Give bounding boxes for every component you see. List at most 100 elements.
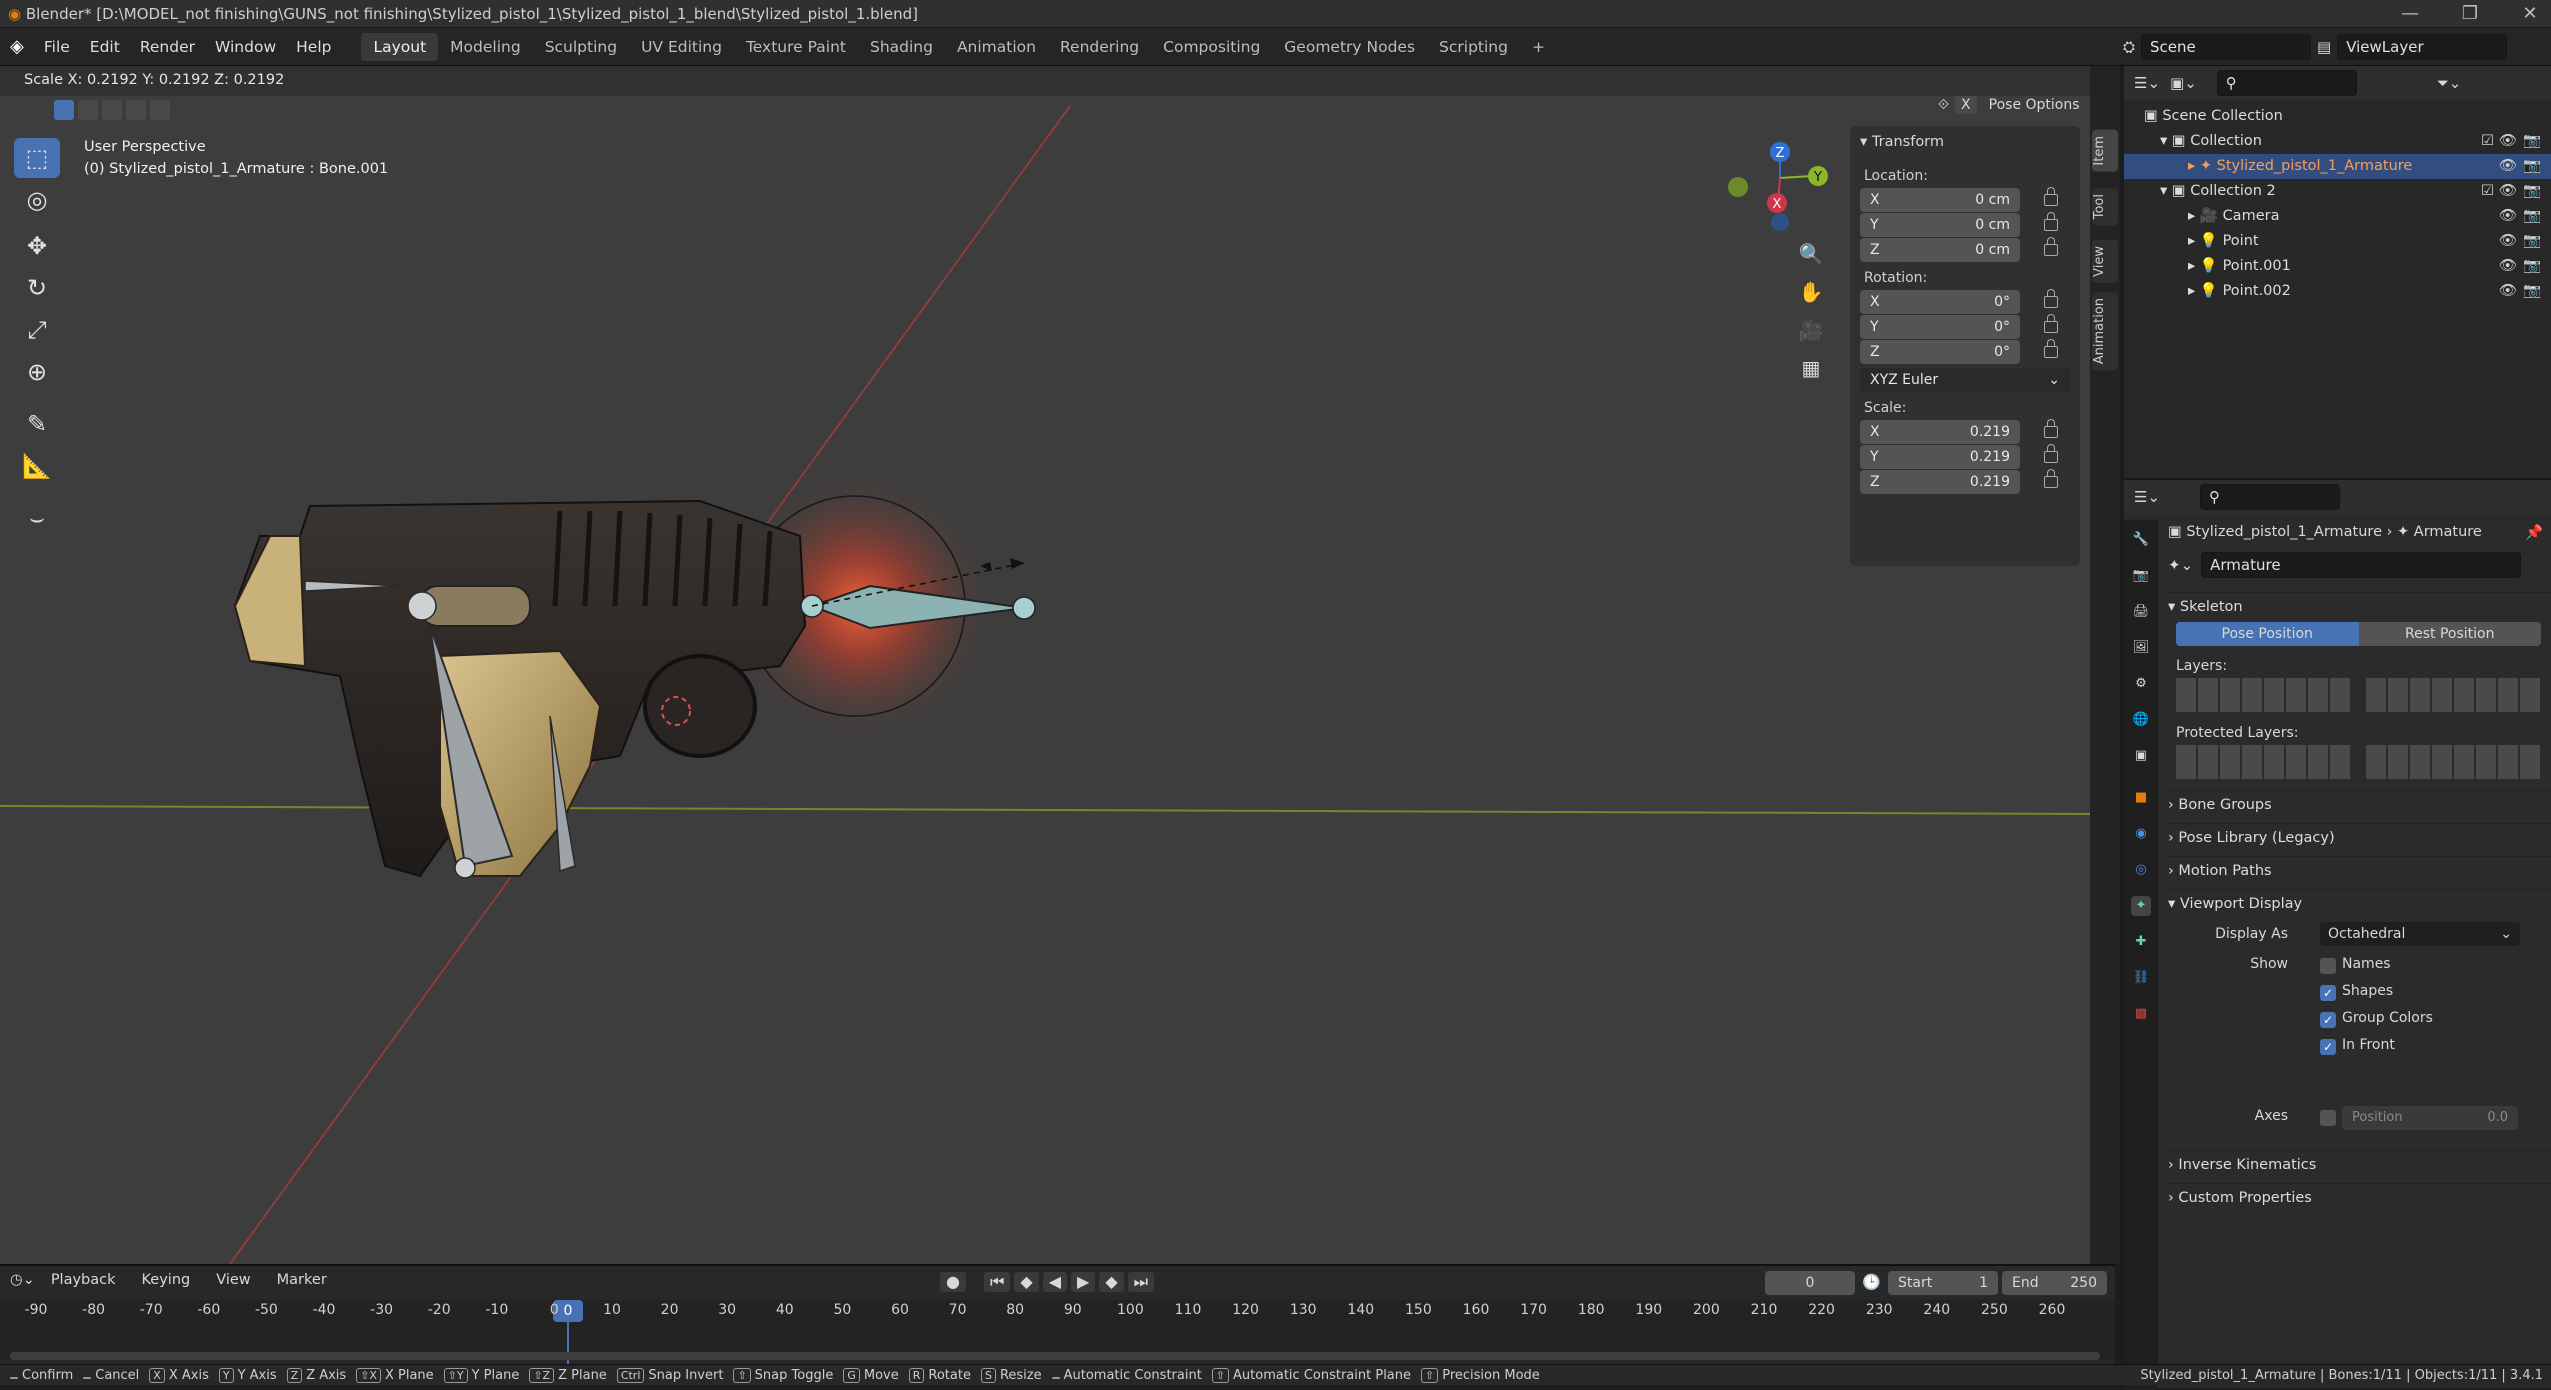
lock-icon[interactable] [2044, 237, 2058, 256]
outliner-row[interactable]: ▸ 🎥 Camera 👁 📷 [2124, 204, 2551, 229]
axes-position-field[interactable]: Position 0.0 [2342, 1106, 2518, 1130]
close-button[interactable]: ✕ [2500, 0, 2551, 28]
rotation-mode-dropdown[interactable]: XYZ Euler ⌄ [1860, 368, 2070, 392]
shapes-checkbox[interactable]: ✓ [2320, 985, 2336, 1001]
pan-hand-icon[interactable]: ✋ [1796, 280, 1826, 310]
rotate-tool[interactable]: ↻ [14, 268, 60, 308]
world-tab-icon[interactable]: 🌐 [2131, 710, 2151, 730]
skeleton-section[interactable]: ▾ Skeleton [2168, 592, 2551, 620]
menu-file[interactable]: File [34, 38, 80, 56]
custom-properties-section[interactable]: › Custom Properties [2168, 1183, 2551, 1211]
tab-texture-paint[interactable]: Texture Paint [734, 33, 858, 61]
zoom-icon[interactable]: 🔍 [1796, 242, 1826, 272]
group-colors-checkbox[interactable]: ✓ [2320, 1012, 2336, 1028]
transform-header[interactable]: ▾ Transform [1860, 134, 1944, 150]
outliner-search-input[interactable]: ⚲ [2216, 70, 2357, 96]
editor-type-icon[interactable]: ☰⌄ [2134, 74, 2160, 92]
rest-position-button[interactable]: Rest Position [2358, 622, 2541, 646]
tab-layout[interactable]: Layout [361, 32, 439, 61]
3d-viewport[interactable]: Scale X: 0.2192 Y: 0.2192 Z: 0.2192 ⟐ X … [0, 66, 2090, 1264]
jump-end-button[interactable]: ⏭ [1127, 1272, 1155, 1292]
tab-animation-side[interactable]: Animation [2092, 292, 2118, 371]
display-as-dropdown[interactable]: Octahedral ⌄ [2320, 922, 2520, 946]
lock-icon[interactable] [2044, 469, 2058, 488]
tab-shading[interactable]: Shading [858, 33, 945, 61]
scene-icon[interactable]: ⛭ [2123, 38, 2135, 56]
protected-layers-grid[interactable] [2176, 745, 2351, 779]
collection-tab-icon[interactable]: ▣ [2131, 746, 2151, 766]
view-menu[interactable]: View [206, 1272, 260, 1288]
clock-icon[interactable]: 🕒 [1862, 1273, 1881, 1291]
axes-checkbox[interactable] [2320, 1110, 2336, 1126]
protected-layers-grid-2[interactable] [2366, 745, 2541, 779]
next-keyframe-button[interactable]: ◆ [1099, 1272, 1124, 1292]
tab-compositing[interactable]: Compositing [1151, 33, 1272, 61]
lock-icon[interactable] [2044, 212, 2058, 231]
current-frame-field[interactable]: 0 [1765, 1271, 1855, 1295]
properties-search-input[interactable]: ⚲ [2200, 484, 2341, 510]
location-y-field[interactable]: Y0 cm [1860, 213, 2020, 237]
tab-sculpting[interactable]: Sculpting [533, 33, 629, 61]
tab-view[interactable]: View [2092, 240, 2118, 283]
lock-icon[interactable] [2044, 419, 2058, 438]
tab-rendering[interactable]: Rendering [1048, 33, 1151, 61]
jump-start-button[interactable]: ⏮ [983, 1272, 1011, 1292]
start-frame-field[interactable]: Start 1 [1888, 1271, 1998, 1295]
tab-geometry-nodes[interactable]: Geometry Nodes [1272, 33, 1427, 61]
cursor-tool[interactable]: ◎ [14, 180, 60, 220]
viewlayer-icon[interactable]: ▤ [2317, 38, 2331, 56]
rotation-y-field[interactable]: Y 0° [1860, 315, 2020, 339]
tab-uv-editing[interactable]: UV Editing [629, 33, 734, 61]
end-frame-field[interactable]: End 250 [2002, 1271, 2107, 1295]
object-tab-icon[interactable]: ■ [2131, 788, 2151, 808]
menu-edit[interactable]: Edit [80, 38, 130, 56]
pose-library-section[interactable]: › Pose Library (Legacy) [2168, 823, 2551, 851]
tab-modeling[interactable]: Modeling [438, 33, 533, 61]
armature-data-icon[interactable]: ✦⌄ [2168, 556, 2193, 574]
camera-view-icon[interactable]: 🎥 [1796, 318, 1826, 348]
rotation-z-field[interactable]: Z 0° [1860, 340, 2020, 364]
minimize-button[interactable]: — [2380, 0, 2440, 28]
select-box-tool[interactable]: ⬚ [14, 138, 60, 178]
viewlayer-selector[interactable]: ViewLayer [2337, 33, 2508, 60]
layers-grid[interactable] [2176, 678, 2351, 712]
bone-constraint-tab-icon[interactable]: ⛓ [2131, 968, 2151, 988]
bone-groups-section[interactable]: › Bone Groups [2168, 790, 2551, 818]
view-layer-tab-icon[interactable]: 🖼 [2131, 638, 2151, 658]
scene-tab-icon[interactable]: ⚙ [2131, 674, 2151, 694]
tab-scripting[interactable]: Scripting [1427, 33, 1520, 61]
tab-animation[interactable]: Animation [945, 33, 1048, 61]
tab-item[interactable]: Item [2092, 130, 2118, 172]
modifier-tab-icon[interactable]: ◉ [2131, 824, 2151, 844]
texture-tab-icon[interactable]: ▩ [2131, 1004, 2151, 1024]
viewport-display-section[interactable]: ▾ Viewport Display [2168, 889, 2551, 917]
scale-y-field[interactable]: Y 0.219 [1860, 445, 2020, 469]
scale-x-field[interactable]: X 0.219 [1860, 420, 2020, 444]
lock-icon[interactable] [2044, 444, 2058, 463]
scene-selector[interactable]: Scene [2141, 33, 2312, 60]
tool-tab-icon[interactable]: 🔧 [2131, 530, 2151, 550]
layers-grid-2[interactable] [2366, 678, 2541, 712]
menu-window[interactable]: Window [205, 38, 286, 56]
location-z-field[interactable]: Z0 cm [1860, 238, 2020, 262]
outliner-row[interactable]: ▾ ▣ Collection ☑ 👁 📷 [2124, 129, 2551, 154]
tab-tool[interactable]: Tool [2092, 188, 2118, 226]
in-front-checkbox[interactable]: ✓ [2320, 1039, 2336, 1055]
scale-z-field[interactable]: Z 0.219 [1860, 470, 2020, 494]
names-checkbox[interactable] [2320, 958, 2336, 974]
render-tab-icon[interactable]: 📷 [2131, 566, 2151, 586]
motion-paths-section[interactable]: › Motion Paths [2168, 856, 2551, 884]
lock-icon[interactable] [2044, 314, 2058, 333]
marker-menu[interactable]: Marker [267, 1272, 337, 1288]
physics-tab-icon[interactable]: ◎ [2131, 860, 2151, 880]
record-button[interactable]: ● [940, 1272, 966, 1292]
prev-keyframe-button[interactable]: ◆ [1014, 1272, 1039, 1292]
annotate-tool[interactable]: ✎ [14, 404, 60, 444]
lock-icon[interactable] [2044, 289, 2058, 308]
rotation-x-field[interactable]: X 0° [1860, 290, 2020, 314]
menu-render[interactable]: Render [130, 38, 205, 56]
ortho-grid-icon[interactable]: ▦ [1796, 356, 1826, 386]
output-tab-icon[interactable]: 🖨 [2131, 602, 2151, 622]
playback-menu[interactable]: Playback [41, 1272, 126, 1288]
menu-help[interactable]: Help [286, 38, 341, 56]
